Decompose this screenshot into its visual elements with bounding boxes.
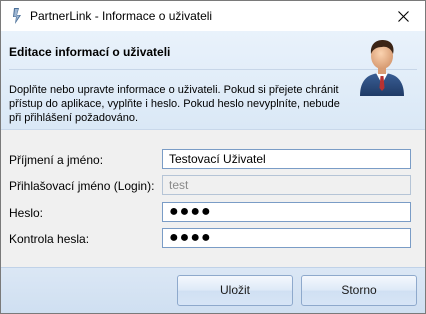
header-description-line2: přístup do aplikace, vyplňte i heslo. Po…	[9, 98, 340, 110]
login-label: Přihlašovací jméno (Login):	[9, 179, 155, 193]
password-row: Heslo: ●●●●	[1, 202, 425, 224]
close-button[interactable]	[381, 1, 425, 31]
password-confirm-label: Kontrola hesla:	[9, 232, 90, 246]
button-bar: Uložit Storno	[1, 267, 425, 313]
password-confirm-row: Kontrola hesla: ●●●●	[1, 228, 425, 250]
business-user-icon	[356, 36, 408, 96]
fullname-label: Příjmení a jméno:	[9, 153, 104, 167]
login-input[interactable]: test	[162, 175, 411, 195]
dialog-window: PartnerLink - Informace o uživateli Edit…	[0, 0, 426, 314]
fullname-row: Příjmení a jméno: Testovací Uživatel	[1, 149, 425, 171]
close-icon	[398, 11, 409, 22]
fullname-input[interactable]: Testovací Uživatel	[162, 149, 411, 169]
window-title: PartnerLink - Informace o uživateli	[30, 9, 213, 23]
password-confirm-input[interactable]: ●●●●	[162, 228, 411, 248]
header-description-line3: při přihlášení požadováno.	[9, 112, 139, 124]
header-panel: Editace informací o uživateli Doplňte ne…	[1, 31, 425, 130]
save-button[interactable]: Uložit	[177, 275, 293, 306]
title-bar: PartnerLink - Informace o uživateli	[1, 1, 425, 31]
header-description: Doplňte nebo upravte informace o uživate…	[9, 83, 349, 125]
password-label: Heslo:	[9, 206, 44, 220]
partnerlink-app-icon	[10, 7, 24, 25]
login-row: Přihlašovací jméno (Login): test	[1, 175, 425, 197]
header-title: Editace informací o uživateli	[9, 45, 171, 59]
header-description-line1: Doplňte nebo upravte informace o uživate…	[9, 84, 339, 96]
cancel-button[interactable]: Storno	[301, 275, 417, 306]
password-input[interactable]: ●●●●	[162, 202, 411, 222]
